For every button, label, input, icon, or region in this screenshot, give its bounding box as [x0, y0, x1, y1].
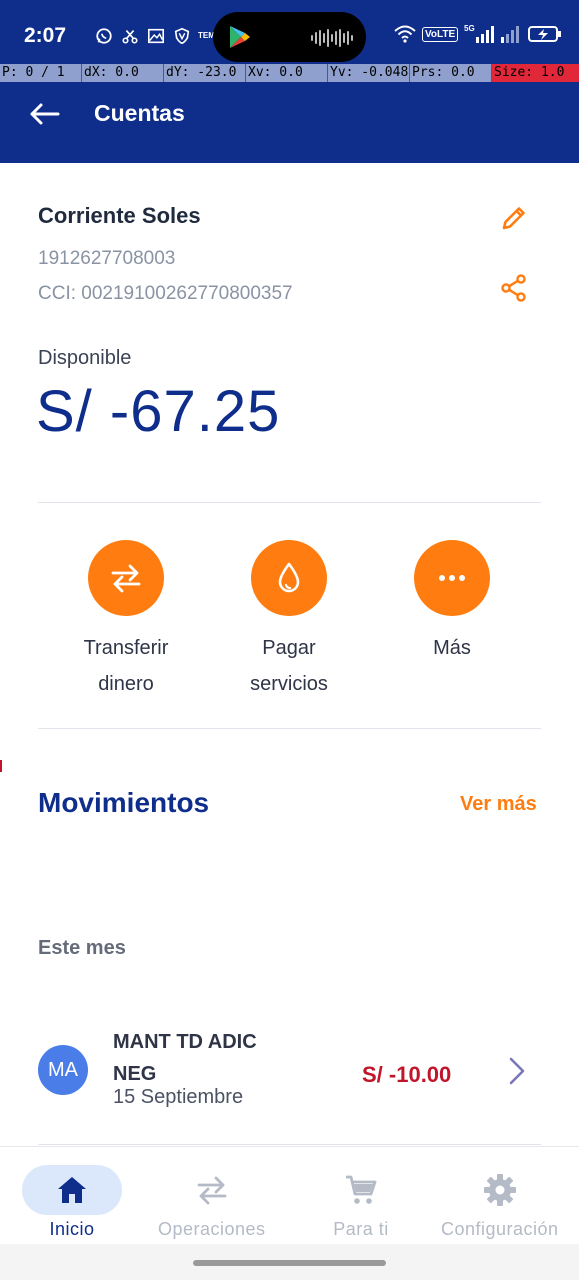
fork-icon — [122, 30, 138, 44]
system-icons: VoLTE 5G — [394, 24, 562, 44]
nav-active-indicator — [22, 1165, 122, 1215]
audio-wave-icon — [311, 29, 353, 47]
nav-pill — [450, 1165, 550, 1215]
month-label: Este mes — [38, 937, 126, 959]
transaction-description: MANT TD ADIC NEG — [113, 1031, 257, 1085]
status-time: 2:07 — [24, 24, 67, 47]
edge-marker — [0, 760, 2, 772]
more-actions-circle — [414, 540, 490, 616]
divider — [38, 1144, 541, 1145]
signal-icon: 5G — [464, 24, 495, 43]
pay-services-label: Pagar servicios — [250, 637, 328, 695]
notification-icons: TEMU — [94, 27, 221, 45]
debug-dy: dY: -23.0 — [164, 64, 246, 82]
nav-item-operaciones[interactable]: Operaciones — [158, 1165, 266, 1240]
debug-size: Size: 1.0 — [492, 64, 579, 82]
nav-item-para-ti[interactable]: Para ti — [311, 1165, 411, 1240]
transaction-avatar: MA — [38, 1045, 88, 1095]
account-balance: S/ -67.25 — [36, 379, 281, 444]
volte-icon: VoLTE — [422, 26, 459, 42]
transfer-money-label: Transferir dinero — [83, 637, 169, 695]
transfer-money-button[interactable]: Transferir dinero — [51, 540, 201, 702]
svg-text:5G: 5G — [464, 24, 475, 33]
divider — [38, 728, 541, 729]
more-icon — [439, 575, 465, 581]
see-more-link[interactable]: Ver más — [460, 793, 537, 816]
nav-pill — [311, 1165, 411, 1215]
arrow-left-icon — [30, 103, 60, 125]
account-number: 1912627708003 — [38, 248, 176, 269]
transfer-icon — [111, 564, 141, 593]
status-bar: 2:07 TEMU VoLTE 5G — [0, 0, 579, 64]
chevron-right-icon — [509, 1057, 525, 1085]
bottom-navigation: Inicio Operaciones Para ti Configuración — [0, 1146, 579, 1244]
nav-item-inicio[interactable]: Inicio — [22, 1165, 122, 1240]
transaction-amount: S/ -10.00 — [362, 1062, 452, 1087]
pay-services-button[interactable]: Pagar servicios — [214, 540, 364, 702]
share-account-button[interactable] — [498, 272, 530, 304]
app-header: Cuentas — [0, 82, 579, 163]
nav-item-configuracion[interactable]: Configuración — [441, 1165, 559, 1240]
wifi-icon — [394, 25, 416, 43]
transfer-circle — [88, 540, 164, 616]
camera-pill — [213, 12, 366, 62]
debug-prs: Prs: 0.0 — [410, 64, 492, 82]
debug-pointer: P: 0 / 1 — [0, 64, 82, 82]
home-gesture-bar[interactable] — [193, 1260, 386, 1266]
play-store-icon — [230, 26, 250, 48]
more-actions-button[interactable]: Más — [377, 540, 527, 666]
image-icon — [147, 28, 165, 44]
share-icon — [501, 274, 526, 302]
gear-icon — [483, 1174, 516, 1206]
signal-weak-icon — [501, 26, 520, 43]
back-button[interactable] — [24, 98, 64, 130]
account-cci: CCI: 00219100262770800357 — [38, 283, 293, 304]
shield-icon — [174, 27, 190, 45]
drop-icon — [278, 562, 300, 593]
pencil-icon — [502, 207, 525, 230]
nav-label-configuracion: Configuración — [441, 1219, 559, 1239]
pay-services-circle — [251, 540, 327, 616]
debug-dx: dX: 0.0 — [82, 64, 164, 82]
nav-pill — [162, 1165, 262, 1215]
pointer-debug-bar: P: 0 / 1 dX: 0.0 dY: -23.0 Xv: 0.0 Yv: -… — [0, 64, 579, 82]
battery-charging-icon — [528, 26, 562, 42]
page-title: Cuentas — [94, 100, 185, 126]
divider — [38, 502, 541, 503]
transaction-row[interactable]: MA MANT TD ADIC NEG 15 Septiembre S/ -10… — [0, 1018, 579, 1128]
home-icon — [58, 1177, 86, 1203]
whatsapp-icon — [96, 28, 112, 44]
account-name: Corriente Soles — [38, 203, 201, 228]
gesture-area — [0, 1244, 579, 1280]
more-actions-label: Más — [433, 637, 471, 659]
edit-account-button[interactable] — [498, 202, 530, 234]
available-label: Disponible — [38, 347, 132, 369]
transaction-date: 15 Septiembre — [113, 1086, 244, 1108]
debug-yv: Yv: -0.048 — [330, 64, 410, 82]
cart-icon — [346, 1175, 377, 1204]
nav-label-operaciones: Operaciones — [158, 1219, 266, 1239]
debug-xv: Xv: 0.0 — [246, 64, 328, 82]
movements-title: Movimientos — [38, 787, 210, 818]
swap-icon — [197, 1176, 227, 1205]
nav-label-inicio: Inicio — [49, 1219, 95, 1239]
nav-label-para-ti: Para ti — [333, 1219, 389, 1239]
